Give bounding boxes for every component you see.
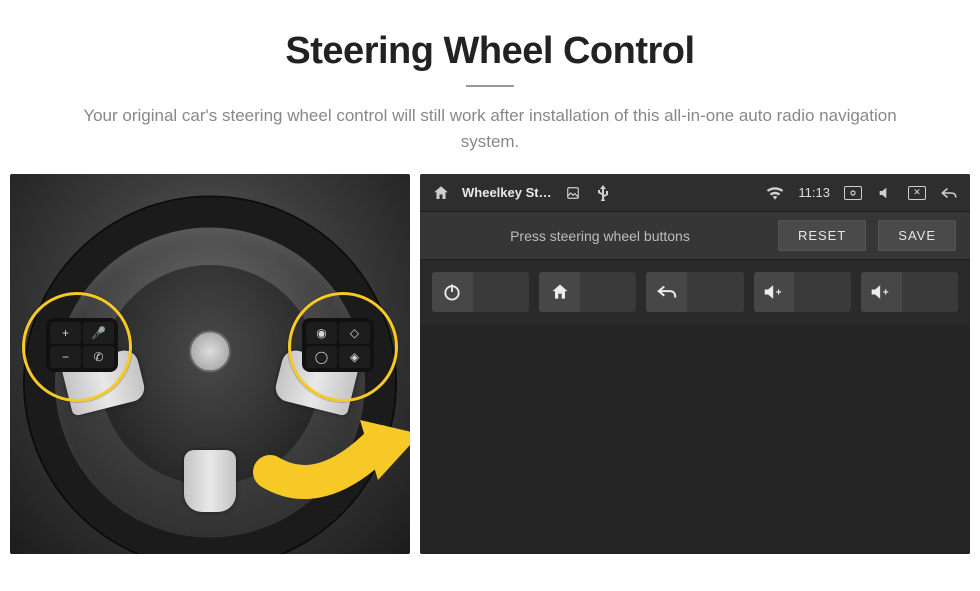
slot-assign-area[interactable]	[473, 272, 529, 312]
slot-assign-area[interactable]	[687, 272, 743, 312]
slot-assign-area[interactable]	[794, 272, 850, 312]
page-subtitle: Your original car's steering wheel contr…	[70, 103, 910, 154]
slot-power[interactable]	[432, 272, 529, 312]
wifi-icon[interactable]	[766, 184, 784, 202]
slot-assign-area[interactable]	[902, 272, 958, 312]
page-title: Steering Wheel Control	[40, 30, 940, 73]
empty-area	[420, 324, 970, 554]
slot-undo[interactable]	[646, 272, 743, 312]
power-icon	[432, 272, 473, 312]
close-app-icon[interactable]: ✕	[908, 186, 926, 200]
clock-time: 11:13	[798, 185, 830, 200]
svg-text:+: +	[883, 287, 889, 298]
image-icon[interactable]	[564, 184, 582, 202]
slot-volume-up-2[interactable]: +	[861, 272, 958, 312]
usb-icon[interactable]	[594, 184, 612, 202]
spoke-bottom	[184, 450, 236, 512]
svg-text:+: +	[776, 287, 782, 298]
app-title: Wheelkey St…	[462, 185, 552, 200]
toolbar: Press steering wheel buttons RESET SAVE	[420, 212, 970, 260]
highlight-circle-left	[22, 292, 132, 402]
back-icon[interactable]	[940, 184, 958, 202]
headunit-screen: Wheelkey St… 11:13 ✕	[420, 174, 970, 554]
home-icon	[539, 272, 580, 312]
home-icon[interactable]	[432, 184, 450, 202]
wheel-emblem	[189, 330, 231, 372]
status-bar: Wheelkey St… 11:13 ✕	[420, 174, 970, 212]
assignment-slots: + +	[420, 260, 970, 324]
steering-wheel-photo: + 🎤 − ✆ ◉ ◇ ◯ ◈	[10, 174, 410, 554]
volume-up-icon: +	[754, 272, 795, 312]
save-button[interactable]: SAVE	[878, 220, 956, 251]
reset-button[interactable]: RESET	[778, 220, 866, 251]
undo-icon	[646, 272, 687, 312]
slot-home[interactable]	[539, 272, 636, 312]
mute-icon[interactable]	[876, 184, 894, 202]
volume-up-icon: +	[861, 272, 902, 312]
cast-icon[interactable]	[844, 186, 862, 200]
title-divider	[466, 85, 514, 87]
slot-volume-up-1[interactable]: +	[754, 272, 851, 312]
slot-assign-area[interactable]	[580, 272, 636, 312]
instruction-text: Press steering wheel buttons	[434, 228, 766, 244]
highlight-circle-right	[288, 292, 398, 402]
